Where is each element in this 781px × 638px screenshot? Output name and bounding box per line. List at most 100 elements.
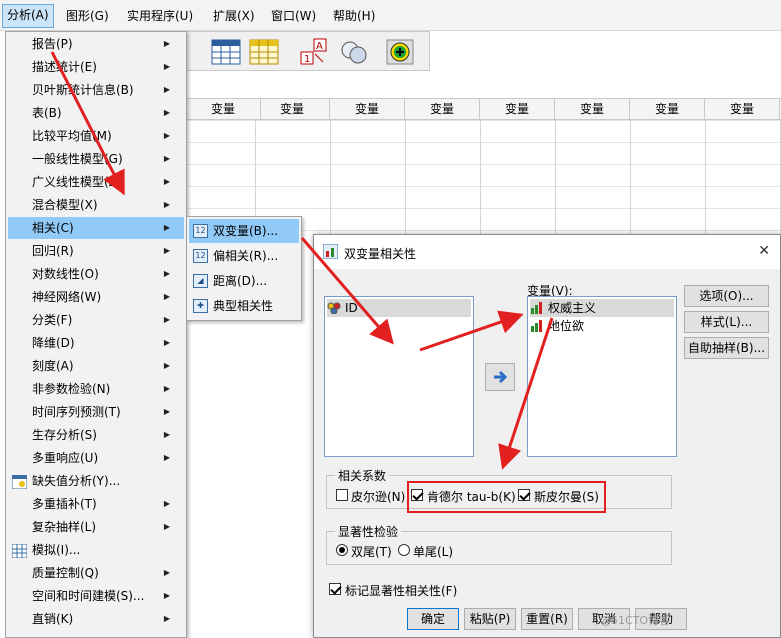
- menu-item-correlate[interactable]: 相关(C) ▶: [8, 217, 184, 239]
- menu-item-forecasting[interactable]: 时间序列预测(T) ▶: [8, 401, 184, 423]
- two-tailed-radio[interactable]: [336, 544, 348, 556]
- menu-help[interactable]: 帮助(H): [333, 7, 375, 24]
- submenu-arrow-icon: ▶: [163, 108, 170, 117]
- submenu-arrow-icon: ▶: [163, 200, 170, 209]
- submenu-item-label: 偏相关(R)...: [213, 249, 279, 263]
- menu-item-neural-networks[interactable]: 神经网络(W) ▶: [8, 286, 184, 308]
- column-header[interactable]: 变量: [480, 99, 555, 120]
- split-table-icon[interactable]: [249, 38, 279, 66]
- flag-significant-checkbox[interactable]: [329, 583, 341, 595]
- column-header[interactable]: 变量: [186, 99, 261, 120]
- submenu-item-bivariate[interactable]: 12 双变量(B)...: [189, 219, 299, 243]
- menu-item-label: 报告(P): [32, 37, 73, 51]
- menu-item-scale[interactable]: 刻度(A) ▶: [8, 355, 184, 377]
- nominal-variable-icon: [327, 301, 341, 315]
- ok-button[interactable]: 确定: [407, 608, 459, 630]
- menu-item-spatial-temporal[interactable]: 空间和时间建模(S)... ▶: [8, 585, 184, 607]
- column-header[interactable]: 变量: [330, 99, 405, 120]
- submenu-item-distance[interactable]: ◢ 距离(D)...: [189, 269, 299, 293]
- menu-item-direct-marketing[interactable]: 直销(K) ▶: [8, 608, 184, 630]
- partial-icon: 12: [193, 249, 208, 263]
- simulation-icon: [11, 543, 28, 559]
- column-header[interactable]: 变量: [705, 99, 780, 120]
- dialog-title-bar[interactable]: 双变量相关性 ✕: [314, 235, 780, 269]
- menu-item-bayesian[interactable]: 贝叶斯统计信息(B) ▶: [8, 79, 184, 101]
- menu-item-dimension-reduction[interactable]: 降维(D) ▶: [8, 332, 184, 354]
- variable-sets-icon[interactable]: [339, 38, 369, 66]
- add-on-icon[interactable]: [385, 38, 415, 66]
- submenu-arrow-icon: ▶: [163, 85, 170, 94]
- list-item[interactable]: 权威主义: [530, 299, 674, 317]
- submenu-arrow-icon: ▶: [163, 246, 170, 255]
- source-variable-list[interactable]: ID: [324, 296, 474, 457]
- menu-item-tables[interactable]: 表(B) ▶: [8, 102, 184, 124]
- menu-item-label: 神经网络(W): [32, 290, 102, 304]
- menu-item-label: 刻度(A): [32, 359, 74, 373]
- menu-item-mixed-models[interactable]: 混合模型(X) ▶: [8, 194, 184, 216]
- menu-item-nonparametric[interactable]: 非参数检验(N) ▶: [8, 378, 184, 400]
- column-header[interactable]: 变量: [255, 99, 330, 120]
- selected-variable-list[interactable]: 权威主义 地位欲: [527, 296, 677, 457]
- one-tailed-radio[interactable]: [398, 544, 410, 556]
- analyze-menu: 报告(P) ▶ 描述统计(E) ▶ 贝叶斯统计信息(B) ▶ 表(B) ▶ 比较平均值(…: [5, 31, 187, 638]
- paste-button[interactable]: 粘贴(P): [464, 608, 516, 630]
- submenu-arrow-icon: ▶: [163, 407, 170, 416]
- menu-window[interactable]: 窗口(W): [271, 7, 316, 24]
- submenu-arrow-icon: ▶: [163, 223, 170, 232]
- move-variable-button[interactable]: [485, 363, 515, 391]
- menu-item-generalized-linear[interactable]: 广义线性模型(Z) ▶: [8, 171, 184, 193]
- column-header[interactable]: 变量: [555, 99, 630, 120]
- column-header[interactable]: 变量: [405, 99, 480, 120]
- pearson-label[interactable]: 皮尔逊(N): [351, 488, 405, 505]
- menu-item-survival[interactable]: 生存分析(S) ▶: [8, 424, 184, 446]
- two-tailed-label[interactable]: 双尾(T): [351, 543, 392, 560]
- menu-item-multiple-imputation[interactable]: 多重插补(T) ▶: [8, 493, 184, 515]
- menu-extensions[interactable]: 扩展(X): [213, 7, 255, 24]
- menu-item-descriptive[interactable]: 描述统计(E) ▶: [8, 56, 184, 78]
- list-item[interactable]: 地位欲: [530, 317, 674, 335]
- column-header[interactable]: 变量: [630, 99, 705, 120]
- menu-item-reports[interactable]: 报告(P) ▶: [8, 33, 184, 55]
- list-item[interactable]: ID: [327, 299, 471, 317]
- menu-item-complex-samples[interactable]: 复杂抽样(L) ▶: [8, 516, 184, 538]
- watermark: @51CTO博客: [600, 614, 671, 627]
- submenu-item-partial[interactable]: 12 偏相关(R)...: [189, 244, 299, 268]
- menu-item-label: 非参数检验(N): [32, 382, 111, 396]
- submenu-arrow-icon: ▶: [163, 591, 170, 600]
- menu-item-loglinear[interactable]: 对数线性(O) ▶: [8, 263, 184, 285]
- menu-item-regression[interactable]: 回归(R) ▶: [8, 240, 184, 262]
- variable-name: 权威主义: [548, 301, 597, 315]
- submenu-arrow-icon: ▶: [163, 361, 170, 370]
- one-tailed-label[interactable]: 单尾(L): [413, 543, 453, 560]
- menu-analyze[interactable]: 分析(A): [2, 4, 54, 28]
- submenu-item-canonical[interactable]: ✚ 典型相关性: [189, 294, 299, 318]
- toolbar: A1: [186, 31, 430, 71]
- menu-item-quality-control[interactable]: 质量控制(Q) ▶: [8, 562, 184, 584]
- bootstrap-button[interactable]: 自助抽样(B)...: [684, 337, 769, 359]
- data-table-icon[interactable]: [211, 38, 241, 66]
- menu-item-classify[interactable]: 分类(F) ▶: [8, 309, 184, 331]
- submenu-arrow-icon: ▶: [163, 39, 170, 48]
- menu-item-missing-value[interactable]: 缺失值分析(Y)...: [8, 470, 184, 492]
- flag-significant-label[interactable]: 标记显著性相关性(F): [345, 582, 457, 599]
- correlate-submenu: 12 双变量(B)... 12 偏相关(R)... ◢ 距离(D)... ✚ 典…: [186, 216, 302, 321]
- menu-item-label: 模拟(I)...: [32, 543, 81, 557]
- menu-item-label: 缺失值分析(Y)...: [32, 474, 121, 488]
- submenu-item-label: 双变量(B)...: [213, 224, 279, 238]
- options-button[interactable]: 选项(O)...: [684, 285, 769, 307]
- style-button[interactable]: 样式(L)...: [684, 311, 769, 333]
- menu-item-simulation[interactable]: 模拟(I)...: [8, 539, 184, 561]
- menu-item-multiple-response[interactable]: 多重响应(U) ▶: [8, 447, 184, 469]
- submenu-arrow-icon: ▶: [163, 177, 170, 186]
- menu-item-compare-means[interactable]: 比较平均值(M) ▶: [8, 125, 184, 147]
- pearson-checkbox[interactable]: [336, 489, 348, 501]
- menu-item-label: 时间序列预测(T): [32, 405, 121, 419]
- close-icon[interactable]: ✕: [758, 243, 770, 259]
- menu-graphs[interactable]: 图形(G): [66, 7, 109, 24]
- value-labels-icon[interactable]: A1: [299, 38, 329, 66]
- reset-button[interactable]: 重置(R): [521, 608, 573, 630]
- submenu-arrow-icon: ▶: [163, 384, 170, 393]
- menu-utilities[interactable]: 实用程序(U): [127, 7, 193, 24]
- submenu-arrow-icon: ▶: [163, 338, 170, 347]
- menu-item-glm[interactable]: 一般线性模型(G) ▶: [8, 148, 184, 170]
